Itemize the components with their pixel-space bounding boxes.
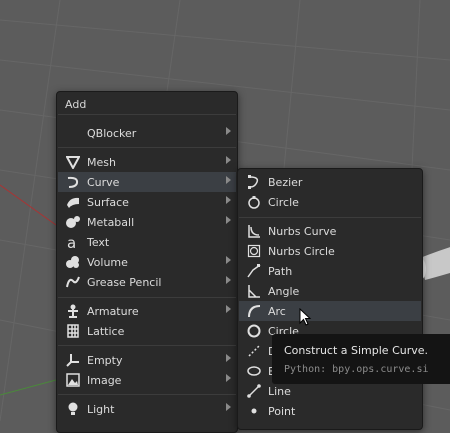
- ellipse-icon: [246, 363, 262, 379]
- dashed-icon: [246, 343, 262, 359]
- submenu-item-nurbs-circle[interactable]: Nurbs Circle: [239, 241, 421, 261]
- curve-icon: [65, 174, 81, 190]
- circle-icon: [246, 323, 262, 339]
- separator: [58, 345, 236, 346]
- menu-item-image[interactable]: Image: [58, 370, 236, 390]
- submenu-item-point[interactable]: Point: [239, 401, 421, 421]
- nurbs-curve-icon: [246, 223, 262, 239]
- armature-icon: [65, 303, 81, 319]
- bezier-icon: [246, 174, 262, 190]
- menu-item-metaball[interactable]: Metaball: [58, 212, 236, 232]
- submenu-arrow-icon: [226, 305, 231, 313]
- empty-icon: [65, 352, 81, 368]
- submenu-arrow-icon: [226, 276, 231, 284]
- svg-text:a: a: [67, 235, 76, 249]
- light-icon: [65, 401, 81, 417]
- menu-item-label: QBlocker: [87, 126, 137, 140]
- menu-item-surface[interactable]: Surface: [58, 192, 236, 212]
- submenu-item-nurbs-curve[interactable]: Nurbs Curve: [239, 221, 421, 241]
- submenu-item-path[interactable]: Path: [239, 261, 421, 281]
- menu-item-text[interactable]: a Text: [58, 232, 236, 252]
- menu-item-light[interactable]: Light: [58, 399, 236, 419]
- submenu-item-angle[interactable]: Angle: [239, 281, 421, 301]
- submenu-item-label: Arc: [268, 304, 286, 318]
- menu-item-label: Image: [87, 373, 122, 387]
- submenu-arrow-icon: [226, 216, 231, 224]
- submenu-item-arc[interactable]: Arc: [239, 301, 421, 321]
- image-icon: [65, 372, 81, 388]
- mesh-icon: [65, 154, 81, 170]
- submenu-arrow-icon: [226, 156, 231, 164]
- separator: [58, 394, 236, 395]
- submenu-item-label: Point: [268, 404, 296, 418]
- submenu-item-label: Line: [268, 384, 291, 398]
- menu-item-label: Volume: [87, 255, 128, 269]
- tooltip-title: Construct a Simple Curve.: [284, 344, 429, 357]
- menu-item-label: Grease Pencil: [87, 275, 162, 289]
- submenu-item-label: Angle: [268, 284, 300, 298]
- submenu-item-label: Path: [268, 264, 293, 278]
- point-icon: [246, 403, 262, 419]
- separator: [58, 114, 236, 115]
- submenu-arrow-icon: [226, 127, 231, 135]
- metaball-icon: [65, 214, 81, 230]
- line-icon: [246, 383, 262, 399]
- blank-icon: [65, 125, 81, 141]
- mouse-cursor-icon: [299, 308, 312, 326]
- menu-item-label: Armature: [87, 304, 139, 318]
- submenu-item-label: Bezier: [268, 175, 303, 189]
- grease-pencil-icon: [65, 274, 81, 290]
- submenu-arrow-icon: [226, 354, 231, 362]
- separator: [58, 297, 236, 298]
- menu-item-empty[interactable]: Empty: [58, 350, 236, 370]
- bezier-circle-icon: [246, 194, 262, 210]
- surface-icon: [65, 194, 81, 210]
- submenu-arrow-icon: [226, 196, 231, 204]
- lattice-icon: [65, 323, 81, 339]
- menu-item-curve[interactable]: Curve: [58, 172, 236, 192]
- menu-item-label: Curve: [87, 175, 120, 189]
- tooltip-python: Python: bpy.ops.curve.si: [284, 364, 429, 375]
- submenu-arrow-icon: [226, 403, 231, 411]
- menu-item-armature[interactable]: Armature: [58, 301, 236, 321]
- volume-icon: [65, 254, 81, 270]
- submenu-item-label: Circle: [268, 195, 299, 209]
- submenu-item-circle[interactable]: Circle: [239, 192, 421, 212]
- tooltip: Construct a Simple Curve. Python: bpy.op…: [272, 334, 450, 384]
- submenu-item-label: Nurbs Curve: [268, 224, 337, 238]
- menu-item-label: Mesh: [87, 155, 116, 169]
- submenu-arrow-icon: [226, 374, 231, 382]
- menu-item-mesh[interactable]: Mesh: [58, 152, 236, 172]
- submenu-item-label: Nurbs Circle: [268, 244, 335, 258]
- menu-item-lattice[interactable]: Lattice: [58, 321, 236, 341]
- submenu-item-bezier[interactable]: Bezier: [239, 172, 421, 192]
- arc-icon: [246, 303, 262, 319]
- path-icon: [246, 263, 262, 279]
- text-icon: a: [65, 234, 81, 250]
- menu-item-label: Lattice: [87, 324, 125, 338]
- submenu-arrow-icon: [226, 176, 231, 184]
- separator: [239, 217, 421, 218]
- angle-icon: [246, 283, 262, 299]
- menu-item-label: Light: [87, 402, 115, 416]
- add-menu: Add QBlocker Mesh Curve Surface Metaball…: [56, 91, 238, 433]
- submenu-item-line[interactable]: Line: [239, 381, 421, 401]
- menu-item-volume[interactable]: Volume: [58, 252, 236, 272]
- menu-item-qblocker[interactable]: QBlocker: [58, 123, 236, 143]
- menu-item-label: Text: [87, 235, 110, 249]
- menu-item-label: Empty: [87, 353, 123, 367]
- curve-submenu: Bezier Circle Nurbs Curve Nurbs Circle P…: [237, 168, 423, 430]
- menu-item-label: Metaball: [87, 215, 135, 229]
- menu-item-grease-pencil[interactable]: Grease Pencil: [58, 272, 236, 292]
- menu-title: Add: [65, 98, 87, 111]
- submenu-arrow-icon: [226, 256, 231, 264]
- nurbs-circle-icon: [246, 243, 262, 259]
- separator: [58, 147, 236, 148]
- menu-item-label: Surface: [87, 195, 129, 209]
